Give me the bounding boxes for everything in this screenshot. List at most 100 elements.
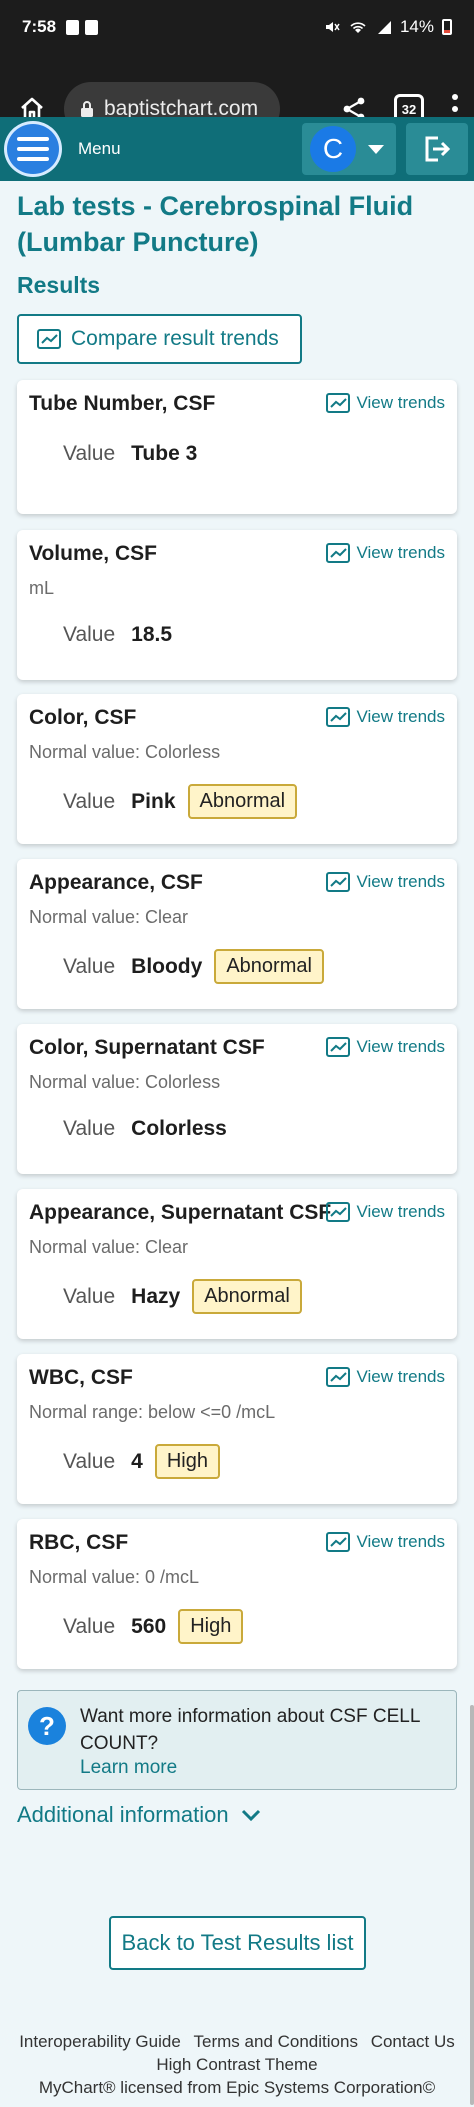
dot-icon bbox=[452, 94, 458, 100]
trend-chart-icon bbox=[326, 707, 351, 727]
trend-chart-icon bbox=[326, 543, 351, 563]
license-text: MyChart® licensed from Epic Systems Corp… bbox=[38, 2078, 436, 2097]
result-name: Appearance, Supernatant CSF bbox=[29, 1201, 332, 1224]
result-value: 4 bbox=[131, 1449, 143, 1473]
wifi-icon bbox=[350, 22, 366, 33]
question-icon: ? bbox=[28, 1707, 66, 1745]
view-trends-label: View trends bbox=[356, 1532, 445, 1551]
result-value: 560 bbox=[131, 1614, 167, 1638]
result-name: Appearance, CSF bbox=[29, 871, 203, 894]
footer: Interoperability Guide Terms and Conditi… bbox=[0, 2030, 474, 2099]
value-label: Value bbox=[63, 1284, 116, 1308]
result-value: Bloody bbox=[131, 954, 203, 978]
view-trends-link[interactable]: View trends bbox=[326, 1532, 445, 1552]
result-card: Color, Supernatant CSF View trends Norma… bbox=[17, 1024, 457, 1174]
terms-and-conditions-link[interactable]: Terms and Conditions bbox=[194, 2032, 358, 2051]
battery-icon bbox=[442, 19, 452, 35]
avatar: C bbox=[310, 126, 356, 172]
abnormal-badge: Abnormal bbox=[214, 949, 324, 984]
result-name: Tube Number, CSF bbox=[29, 392, 216, 415]
result-card: Volume, CSF View trends mL Value 18.5 bbox=[17, 530, 457, 680]
contact-us-link[interactable]: Contact Us bbox=[371, 2032, 455, 2051]
additional-information-toggle[interactable]: Additional information bbox=[17, 1802, 261, 1828]
view-trends-link[interactable]: View trends bbox=[326, 1202, 445, 1222]
value-label: Value bbox=[63, 954, 116, 978]
result-value: Pink bbox=[131, 789, 176, 813]
learn-more-link[interactable]: Learn more bbox=[80, 1757, 177, 1779]
value-row: Value 18.5 bbox=[63, 623, 172, 647]
normal-value: Normal value: Clear bbox=[29, 1237, 189, 1257]
menu-label[interactable]: Menu bbox=[78, 139, 121, 159]
result-value: Tube 3 bbox=[131, 442, 198, 465]
view-trends-link[interactable]: View trends bbox=[326, 393, 445, 413]
value-row: Value 4 High bbox=[63, 1444, 220, 1479]
view-trends-label: View trends bbox=[356, 393, 445, 412]
signal-icon bbox=[377, 21, 391, 34]
view-trends-link[interactable]: View trends bbox=[326, 543, 445, 563]
result-value: Hazy bbox=[131, 1284, 181, 1308]
lock-icon bbox=[81, 101, 93, 117]
value-row: Value Hazy Abnormal bbox=[63, 1279, 302, 1314]
additional-information-label: Additional information bbox=[17, 1802, 229, 1827]
compare-result-trends-button[interactable]: Compare result trends bbox=[17, 314, 302, 364]
scrollbar[interactable] bbox=[470, 1705, 474, 2105]
battery-percent: 14% bbox=[399, 17, 434, 36]
info-box: ? Want more information about CSF CELL C… bbox=[17, 1690, 457, 1790]
result-card: Color, CSF View trends Normal value: Col… bbox=[17, 694, 457, 844]
value-label: Value bbox=[63, 1449, 116, 1473]
result-unit: mL bbox=[29, 578, 55, 598]
view-trends-label: View trends bbox=[356, 872, 445, 891]
view-trends-link[interactable]: View trends bbox=[326, 707, 445, 727]
normal-value: Normal value: Colorless bbox=[29, 742, 221, 762]
normal-value: Normal value: Colorless bbox=[29, 1072, 221, 1092]
image-icon bbox=[85, 19, 99, 35]
back-to-test-results-button[interactable]: Back to Test Results list bbox=[109, 1916, 366, 1970]
high-contrast-theme-link[interactable]: High Contrast Theme bbox=[156, 2055, 317, 2074]
result-value: 18.5 bbox=[131, 623, 173, 646]
trend-chart-icon bbox=[326, 1202, 351, 1222]
trend-chart-icon bbox=[326, 872, 351, 892]
hamburger-icon-bar bbox=[17, 137, 49, 141]
high-badge: High bbox=[154, 1444, 220, 1479]
trend-chart-icon bbox=[326, 393, 351, 413]
notification-icon bbox=[66, 19, 80, 35]
view-trends-link[interactable]: View trends bbox=[326, 1037, 445, 1057]
interoperability-guide-link[interactable]: Interoperability Guide bbox=[19, 2032, 181, 2051]
normal-value: Normal value: 0 /mcL bbox=[29, 1567, 200, 1587]
dot-icon bbox=[452, 106, 458, 112]
view-trends-label: View trends bbox=[356, 1202, 445, 1221]
logout-icon bbox=[425, 136, 451, 162]
view-trends-link[interactable]: View trends bbox=[326, 1367, 445, 1387]
result-card: RBC, CSF View trends Normal value: 0 /mc… bbox=[17, 1519, 457, 1669]
view-trends-label: View trends bbox=[356, 707, 445, 726]
result-name: WBC, CSF bbox=[29, 1366, 133, 1389]
normal-value: Normal value: Clear bbox=[29, 907, 189, 927]
view-trends-link[interactable]: View trends bbox=[326, 872, 445, 892]
app-header: Menu C bbox=[0, 117, 474, 181]
value-label: Value bbox=[63, 1614, 116, 1638]
chevron-down-icon bbox=[241, 1809, 260, 1822]
trend-chart-icon bbox=[326, 1367, 351, 1387]
page-title: Lab tests - Cerebrospinal Fluid (Lumbar … bbox=[17, 191, 414, 257]
trend-chart-icon bbox=[326, 1037, 351, 1057]
result-name: Color, Supernatant CSF bbox=[29, 1036, 265, 1059]
results-heading: Results bbox=[17, 272, 101, 298]
mute-icon bbox=[325, 22, 340, 32]
view-trends-label: View trends bbox=[356, 1367, 445, 1386]
logout-button[interactable] bbox=[406, 123, 468, 175]
value-row: Value 560 High bbox=[63, 1609, 244, 1644]
value-row: Value Pink Abnormal bbox=[63, 784, 298, 819]
hamburger-icon-bar bbox=[17, 157, 49, 161]
value-label: Value bbox=[63, 789, 116, 813]
hamburger-icon-bar bbox=[17, 147, 49, 151]
menu-button[interactable] bbox=[4, 121, 62, 177]
trend-chart-icon bbox=[37, 329, 61, 349]
result-name: RBC, CSF bbox=[29, 1531, 129, 1554]
account-dropdown[interactable]: C bbox=[302, 123, 396, 175]
normal-range: Normal range: below <=0 /mcL bbox=[29, 1402, 276, 1422]
value-label: Value bbox=[63, 623, 116, 646]
result-card: Tube Number, CSF View trends Value Tube … bbox=[17, 380, 457, 514]
result-name: Color, CSF bbox=[29, 706, 137, 729]
abnormal-badge: Abnormal bbox=[187, 784, 298, 819]
system-icons: 14% bbox=[324, 17, 452, 37]
